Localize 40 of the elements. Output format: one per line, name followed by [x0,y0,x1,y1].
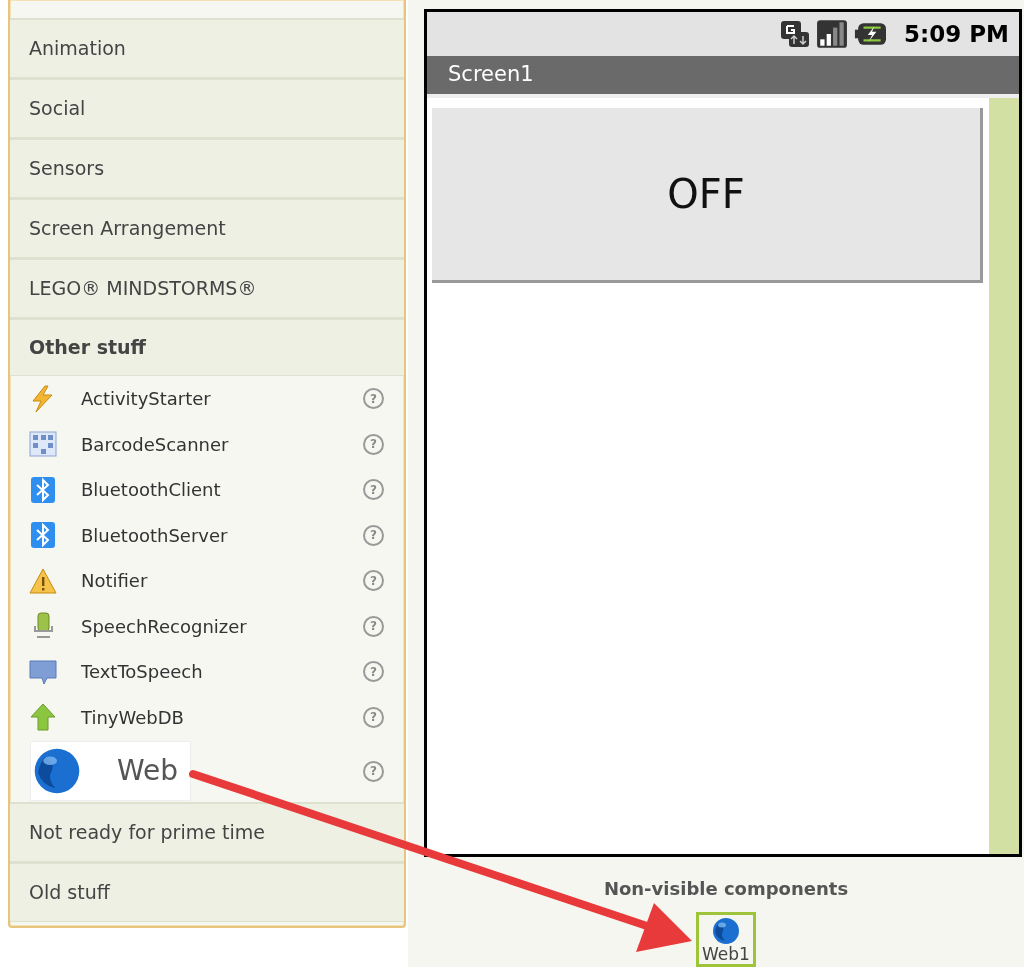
palette-item[interactable]: BarcodeScanner ? [10,421,404,467]
category-header[interactable]: Screen Arrangement [10,198,404,258]
off-button[interactable]: OFF [432,108,983,283]
item-label: ActivityStarter [81,387,212,412]
item-label: BluetoothServer [81,523,229,548]
category-header[interactable]: Animation [10,18,404,78]
item-label: SpeechRecognizer [81,614,248,639]
bluetooth-icon [28,475,58,504]
item-label: BarcodeScanner [81,432,230,457]
item-label: Notifier [81,569,149,594]
palette-item[interactable]: ActivityStarter ? [10,376,404,422]
category-header[interactable]: Sensors [10,138,404,198]
palette-item[interactable]: TinyWebDB ? [10,694,404,740]
warning-icon [28,566,58,595]
data-connection-icon [780,18,811,50]
item-label: TinyWebDB [81,705,185,730]
category-header[interactable]: Other stuff [10,318,404,376]
palette-item[interactable]: BluetoothServer ? [10,512,404,558]
component-item[interactable]: Web1 [696,912,756,967]
category-header[interactable]: Old stuff [10,862,404,922]
palette-item[interactable]: SpeechRecognizer ? [10,603,404,649]
palette-item[interactable]: TextToSpeech ? [10,649,404,695]
item-label: Web [117,753,179,789]
category-header[interactable]: LEGO® MINDSTORMS® [10,258,404,318]
grid-icon [28,430,58,459]
up-arrow-icon [28,703,58,732]
item-label: BluetoothClient [81,478,222,503]
non-visible-heading: Non-visible components [603,877,849,902]
bluetooth-icon [28,521,58,550]
palette-item[interactable]: Web ? [10,740,404,802]
signal-icon [816,18,849,50]
palette-item[interactable]: BluetoothClient ? [10,467,404,513]
category-header[interactable]: Not ready for prime time [10,802,404,862]
globe-icon [711,917,741,946]
item-label: TextToSpeech [81,660,204,685]
speech-bubble-icon [28,657,58,686]
screen-title: Screen1 [427,56,1019,98]
category-header[interactable]: Social [10,78,404,138]
palette-item[interactable]: Notifier ? [10,558,404,604]
status-time: 5:09 PM [904,19,1009,49]
